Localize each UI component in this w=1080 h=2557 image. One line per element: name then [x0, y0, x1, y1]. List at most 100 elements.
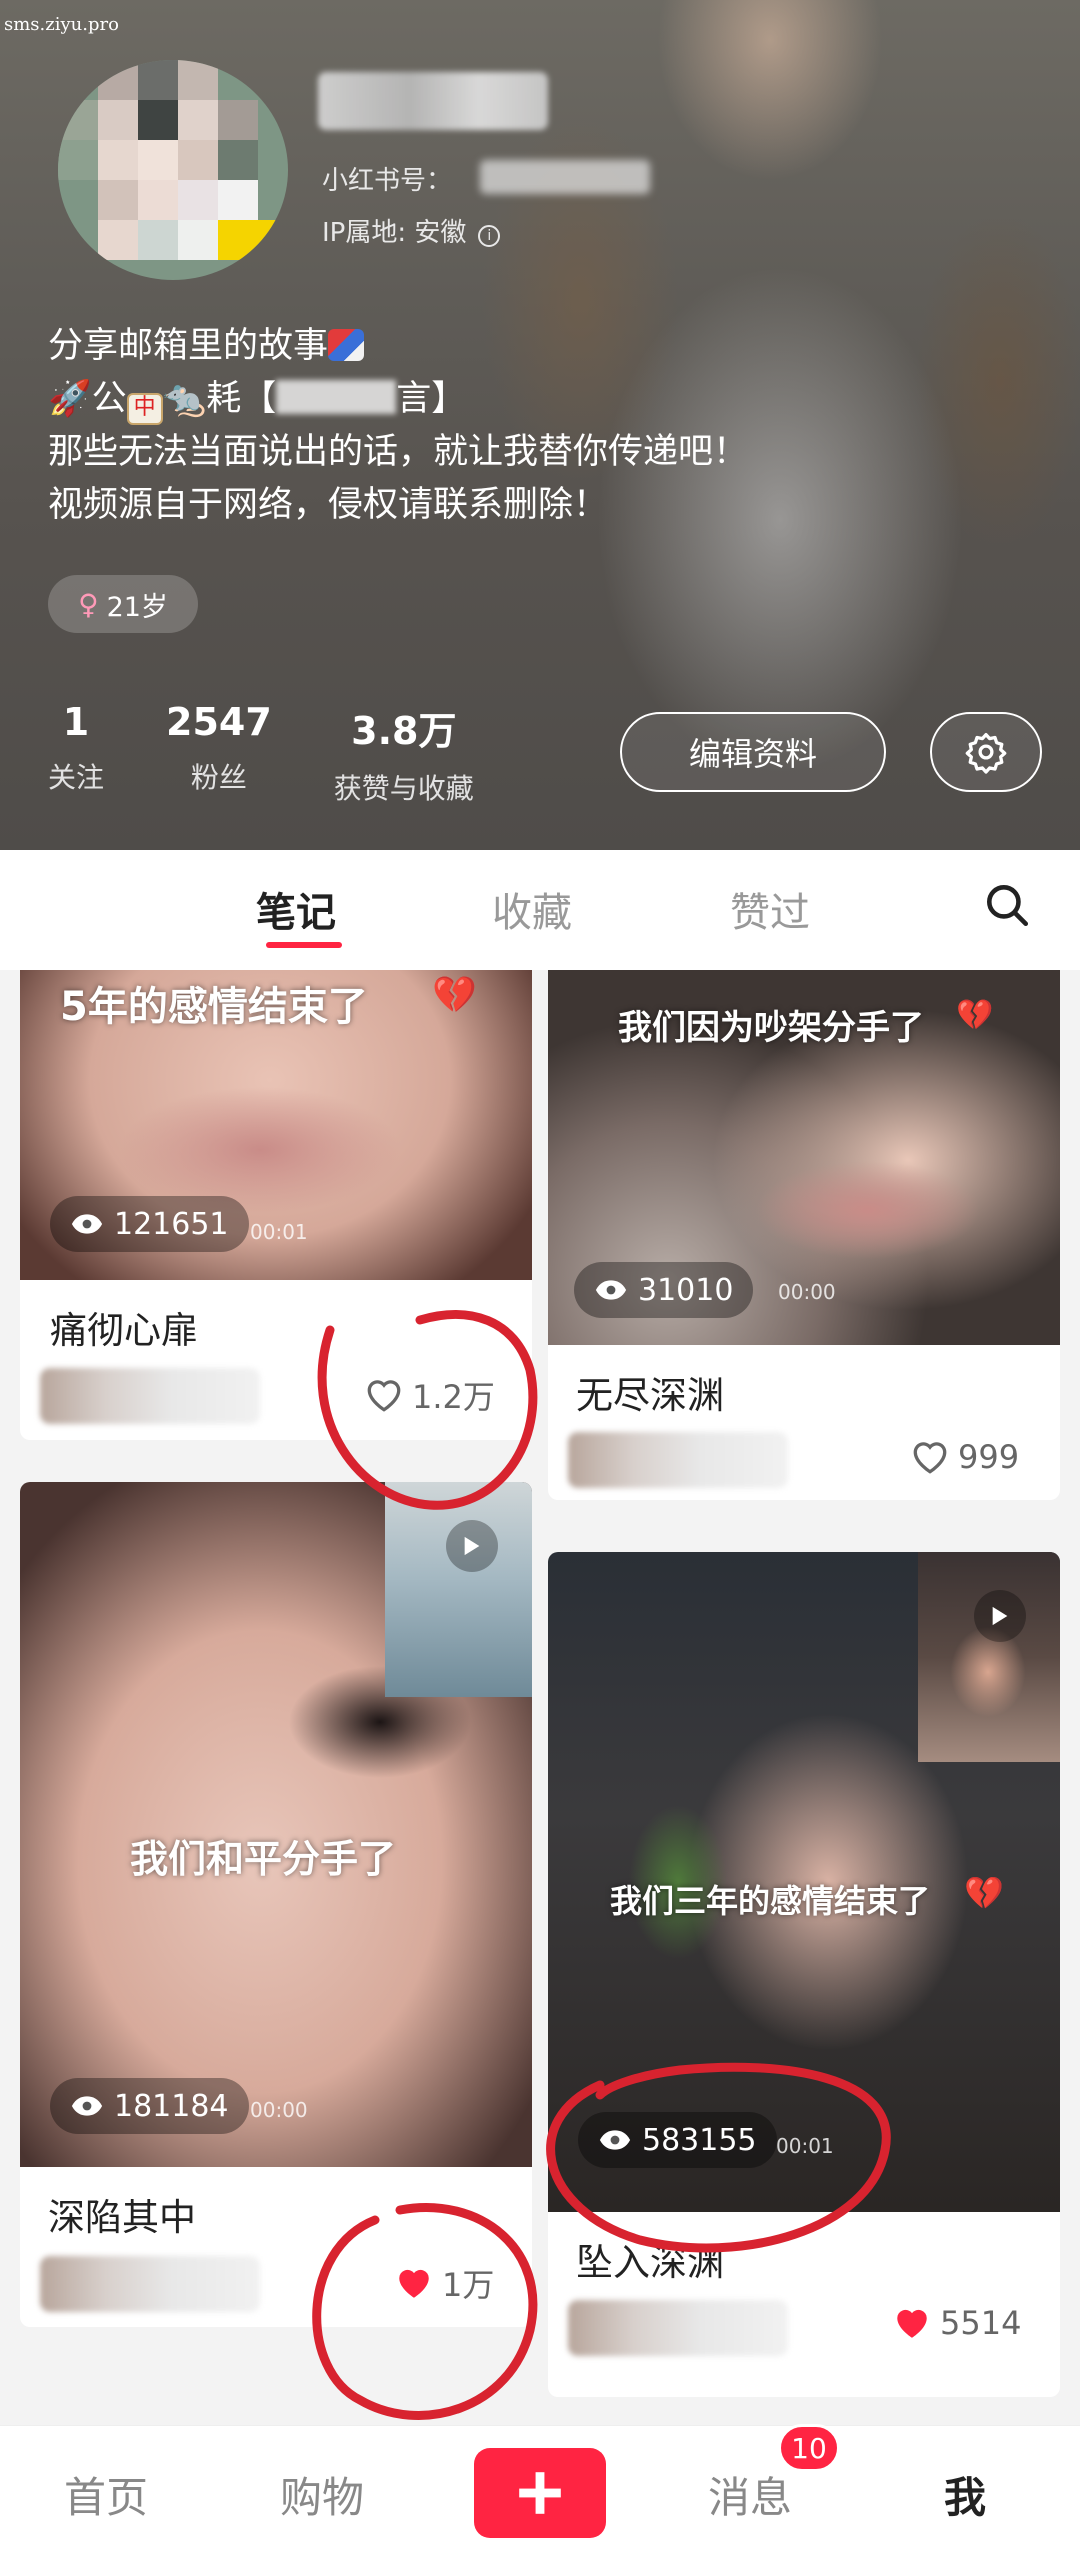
ip-location-text: IP属地: 安徽: [322, 218, 467, 248]
duration: 00:00: [778, 1280, 836, 1304]
nav-shop[interactable]: 购物: [280, 2464, 364, 2525]
eye-icon: [71, 1214, 103, 1234]
view-count: 121651: [50, 1196, 249, 1252]
broken-heart-icon: 💔: [956, 998, 994, 1033]
view-count: 583155: [578, 2112, 777, 2168]
followers-label: 粉丝: [190, 761, 247, 794]
view-count-text: 31010: [638, 1272, 734, 1308]
rocket-emoji-icon: 🚀: [48, 379, 92, 419]
nav-messages[interactable]: 消息: [708, 2464, 792, 2525]
bio-line-1-text: 分享邮箱里的故事: [48, 326, 329, 366]
like-count: 5514: [940, 2304, 1022, 2342]
likes-collects-label: 获赞与收藏: [333, 772, 474, 805]
note-title: 痛彻心扉: [50, 1309, 198, 1352]
note-card[interactable]: 我们三年的感情结束了 💔 583155 00:01 坠入深渊 5514: [548, 1552, 1060, 2397]
mahjong-emoji-icon: 中: [126, 393, 163, 425]
profile-header: sms.ziyu.pro 小红书号： IP属地: 安徽 i 分享邮箱里的故事 🚀公…: [0, 0, 1080, 850]
thumbnail-caption: 5年的感情结束了: [60, 984, 368, 1030]
heart-outline-icon: [367, 1380, 401, 1412]
like-button[interactable]: 1万: [394, 2260, 494, 2306]
like-button[interactable]: 5514: [892, 2304, 1021, 2342]
redbook-id-label: 小红书号：: [322, 166, 453, 196]
bio-line-2-a: 公: [91, 379, 127, 419]
view-count-text: 583155: [642, 2122, 757, 2158]
avatar[interactable]: [58, 60, 288, 280]
bottom-nav: 首页 购物 消息 10 我: [0, 2424, 1080, 2557]
followers-stat[interactable]: 2547 粉丝: [166, 700, 272, 807]
redbook-id-blurred: [480, 160, 650, 194]
eye-icon: [595, 1280, 627, 1300]
gear-icon: [965, 732, 1007, 774]
play-icon: [974, 1590, 1026, 1642]
like-count: 1万: [442, 2266, 495, 2304]
search-icon[interactable]: [982, 880, 1032, 930]
heart-outline-icon: [913, 1442, 947, 1474]
age-tag: ♀ 21岁: [48, 575, 198, 633]
message-badge: 10: [778, 2424, 840, 2472]
female-icon: ♀: [78, 587, 99, 621]
notes-feed: 5年的感情结束了 💔 121651 00:01 痛彻心扉 1.2万 我们因为吵架…: [0, 970, 1080, 2425]
thumbnail-caption: 我们和平分手了: [130, 1837, 397, 1881]
edit-profile-button[interactable]: 编辑资料: [620, 712, 886, 792]
view-count-text: 121651: [114, 1206, 229, 1242]
plus-icon: [519, 2472, 561, 2514]
like-button[interactable]: 999: [910, 1438, 1019, 1476]
bio-line-1: 分享邮箱里的故事: [48, 320, 748, 373]
note-title: 坠入深渊: [576, 2241, 724, 2284]
eye-icon: [599, 2130, 631, 2150]
note-thumbnail: 5年的感情结束了 💔 121651 00:01: [20, 970, 532, 1280]
view-count: 31010: [574, 1262, 754, 1318]
view-count: 181184: [50, 2078, 249, 2134]
like-button[interactable]: 1.2万: [364, 1372, 495, 1418]
bio-line-4: 视频源自于网络，侵权请联系删除！: [48, 485, 609, 525]
create-post-button[interactable]: [474, 2448, 606, 2538]
likes-collects-stat[interactable]: 3.8万获赞与收藏: [334, 700, 474, 807]
like-count: 1.2万: [412, 1378, 495, 1416]
heart-filled-icon: [897, 2309, 927, 2338]
nickname-blurred: [318, 72, 548, 130]
note-card[interactable]: 5年的感情结束了 💔 121651 00:01 痛彻心扉 1.2万: [20, 970, 532, 1440]
ip-location: IP属地: 安徽 i: [322, 212, 501, 249]
like-count: 999: [958, 1438, 1020, 1476]
duration: 00:01: [776, 2134, 834, 2158]
following-stat[interactable]: 1 关注: [48, 700, 104, 807]
thumbnail-caption: 我们三年的感情结束了: [610, 1882, 931, 1920]
note-title: 无尽深渊: [576, 1374, 724, 1417]
author-blurred: [40, 1368, 260, 1424]
note-thumbnail: 我们和平分手了 181184 00:00: [20, 1482, 532, 2167]
pip-video: [918, 1552, 1060, 1762]
info-icon[interactable]: i: [478, 225, 501, 247]
note-thumbnail: 我们三年的感情结束了 💔 583155 00:01: [548, 1552, 1060, 2212]
settings-button[interactable]: [930, 712, 1042, 792]
bio-line-2: 🚀公中 🐀耗【 言】: [48, 373, 748, 426]
tab-collections[interactable]: 收藏: [492, 880, 572, 938]
bio-line-2-b: 耗【: [206, 379, 277, 419]
broken-heart-icon: 💔: [964, 1874, 1004, 1912]
bio-line-3: 那些无法当面说出的话，就让我替你传递吧！: [48, 432, 749, 472]
watermark: sms.ziyu.pro: [4, 14, 119, 35]
author-blurred: [40, 2256, 260, 2312]
age-text: 21岁: [106, 591, 168, 623]
following-count: 1: [62, 700, 90, 744]
note-card[interactable]: 我们因为吵架分手了 💔 31010 00:00 无尽深渊 999: [548, 970, 1060, 1500]
profile-stats: 1 关注 2547 粉丝 3.8万获赞与收藏: [48, 700, 536, 807]
bio: 分享邮箱里的故事 🚀公中 🐀耗【 言】 那些无法当面说出的话，就让我替你传递吧！ 视…: [48, 320, 748, 532]
thumbnail-caption: 我们因为吵架分手了: [618, 1008, 924, 1048]
likes-collects-count: 3.8万: [351, 709, 457, 753]
mailbox-emoji-icon: [328, 329, 365, 361]
nav-me[interactable]: 我: [944, 2464, 986, 2525]
active-tab-indicator: [266, 942, 342, 948]
bio-line-2-c: 言】: [396, 379, 467, 419]
author-blurred: [568, 2300, 788, 2356]
play-icon: [446, 1520, 498, 1572]
tab-liked[interactable]: 赞过: [730, 880, 810, 938]
nav-home[interactable]: 首页: [64, 2464, 148, 2525]
profile-tabs: 笔记 收藏 赞过: [0, 850, 1080, 970]
duration: 00:01: [250, 1220, 308, 1244]
tab-notes[interactable]: 笔记: [256, 880, 336, 938]
note-title: 深陷其中: [48, 2196, 196, 2239]
note-card[interactable]: 我们和平分手了 181184 00:00 深陷其中 1万: [20, 1482, 532, 2327]
view-count-text: 181184: [114, 2088, 229, 2124]
followers-count: 2547: [166, 700, 272, 744]
eye-icon: [71, 2096, 103, 2116]
